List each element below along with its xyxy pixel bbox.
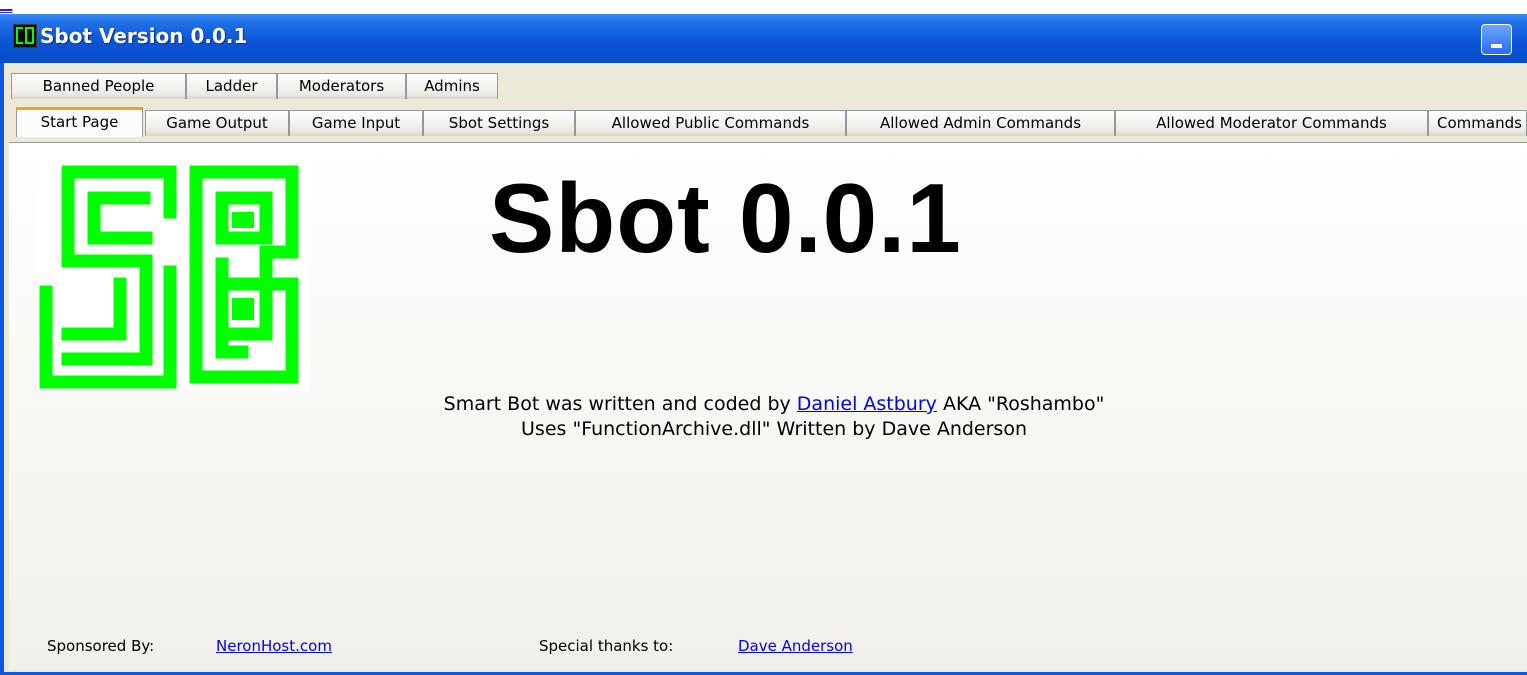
thanks-label: Special thanks to:: [539, 637, 674, 655]
window-client-area: Banned People Ladder Moderators Admins S…: [4, 63, 1527, 672]
start-page-panel: Sbot 0.0.1 Smart Bot was written and cod…: [9, 142, 1527, 670]
tab-moderators[interactable]: Moderators: [277, 73, 406, 99]
tab-game-input[interactable]: Game Input: [289, 110, 423, 136]
tab-ladder[interactable]: Ladder: [186, 73, 277, 99]
page-heading: Sbot 0.0.1: [489, 163, 962, 273]
credit-line-2: Uses "FunctionArchive.dll" Written by Da…: [521, 418, 1027, 440]
title-bar[interactable]: Sbot Version 0.0.1: [0, 14, 1527, 63]
credit-line-1: Smart Bot was written and coded by Danie…: [309, 392, 1239, 417]
minimize-button[interactable]: [1481, 24, 1512, 55]
thanks-link[interactable]: Dave Anderson: [738, 637, 853, 655]
app-window: Sbot Version 0.0.1 Banned People Ladder …: [0, 14, 1527, 675]
window-title: Sbot Version 0.0.1: [40, 24, 248, 48]
credit-prefix: Smart Bot was written and coded by: [443, 393, 791, 415]
credit-suffix: AKA "Roshambo": [942, 393, 1105, 415]
tab-game-output[interactable]: Game Output: [145, 110, 289, 136]
thanks-link-wrap: Dave Anderson: [738, 637, 853, 655]
tab-sbot-settings[interactable]: Sbot Settings: [423, 110, 575, 136]
tab-allowed-public-commands[interactable]: Allowed Public Commands: [575, 110, 846, 136]
tab-commands[interactable]: Commands: [1428, 110, 1527, 136]
app-logo-icon: [13, 24, 37, 48]
tab-allowed-moderator-commands[interactable]: Allowed Moderator Commands: [1115, 110, 1428, 136]
sponsor-link[interactable]: NeronHost.com: [216, 637, 332, 655]
tab-admins[interactable]: Admins: [406, 73, 498, 99]
sbot-logo: [36, 152, 310, 391]
credits-block: Smart Bot was written and coded by Danie…: [309, 392, 1239, 442]
author-link[interactable]: Daniel Astbury: [797, 393, 937, 415]
minimize-icon: [1491, 44, 1502, 48]
tab-allowed-admin-commands[interactable]: Allowed Admin Commands: [846, 110, 1115, 136]
background-link-fragment: _: [0, 0, 1527, 14]
sponsored-label: Sponsored By:: [47, 637, 155, 655]
sponsor-link-wrap: NeronHost.com: [216, 637, 332, 655]
tab-start-page[interactable]: Start Page: [16, 107, 143, 137]
tab-banned-people[interactable]: Banned People: [11, 73, 186, 99]
